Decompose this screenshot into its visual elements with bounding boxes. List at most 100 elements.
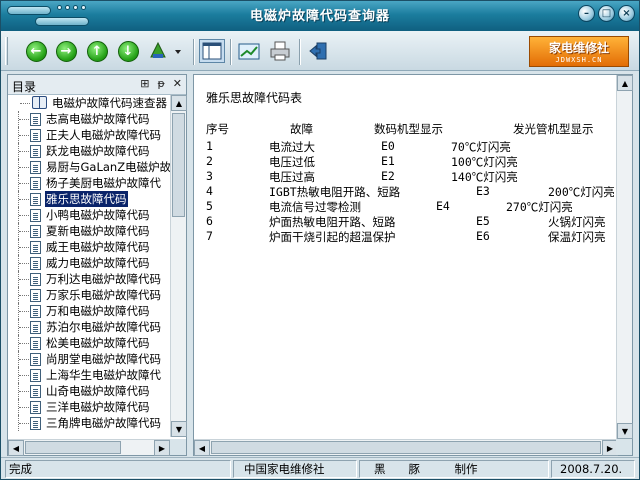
document-panel: 雅乐思故障代码表 序号 故障 数码机型显示 发光管机型显示 1 电流过大 E0 70℃… xyxy=(193,74,633,456)
forward-button[interactable]: → xyxy=(55,40,77,62)
tree-view-dropdown[interactable] xyxy=(147,40,185,62)
document-icon xyxy=(30,113,41,126)
document-icon xyxy=(30,369,41,382)
scroll-up-arrow-icon[interactable]: ▲ xyxy=(171,95,187,111)
row-fault: 电压过高 xyxy=(269,170,315,184)
doc-scroll-down-arrow-icon[interactable]: ▼ xyxy=(617,423,633,439)
tree-item[interactable]: 夏新电磁炉故障代码 xyxy=(8,223,170,239)
document-content: 雅乐思故障代码表 序号 故障 数码机型显示 发光管机型显示 1 电流过大 E0 70℃… xyxy=(194,75,618,439)
doc-scroll-left-arrow-icon[interactable]: ◀ xyxy=(194,440,210,456)
minimize-button[interactable]: – xyxy=(578,5,595,22)
logo-main-text: 家电维修社 xyxy=(548,41,609,55)
back-button[interactable]: ← xyxy=(25,40,47,62)
tree-item[interactable]: 万家乐电磁炉故障代码 xyxy=(8,287,170,303)
row-fault: 电流过大 xyxy=(269,140,315,154)
scroll-left-arrow-icon[interactable]: ◀ xyxy=(8,440,24,456)
tree-item[interactable]: 威力电磁炉故障代码 xyxy=(8,255,170,271)
row-index: 6 xyxy=(206,214,213,228)
exit-button[interactable] xyxy=(306,39,332,63)
tree-item-label: 上海华生电磁炉故障代 xyxy=(46,368,161,382)
maximize-button[interactable]: □ xyxy=(598,5,615,22)
tree-item-label: 尚朋堂电磁炉故障代码 xyxy=(46,352,161,366)
tree-item[interactable]: 万利达电磁炉故障代码 xyxy=(8,271,170,287)
row-index: 4 xyxy=(206,184,213,198)
exit-door-icon xyxy=(309,42,327,60)
toggle-contents-button[interactable] xyxy=(199,39,225,63)
contents-panel-title: 目录 xyxy=(12,80,37,94)
row-digital-code: E4 xyxy=(436,199,450,213)
document-vertical-scrollbar[interactable]: ▲ ▼ xyxy=(616,75,633,439)
row-led-indicator: 140℃灯闪亮 xyxy=(451,170,518,184)
row-index: 7 xyxy=(206,229,213,243)
row-led-indicator: 270℃灯闪亮 xyxy=(506,200,573,214)
tree-item[interactable]: 山奇电磁炉故障代码 xyxy=(8,383,170,399)
panel-close-icon[interactable]: ✕ xyxy=(173,77,182,90)
document-icon xyxy=(30,225,41,238)
export-button[interactable] xyxy=(236,39,262,63)
close-button[interactable]: × xyxy=(618,5,635,22)
contents-tree[interactable]: 电磁炉故障代码速查器 志高电磁炉故障代码 正夫人电磁炉故障代码 跃龙电磁炉故障代码易… xyxy=(8,95,170,437)
doc-scroll-up-arrow-icon[interactable]: ▲ xyxy=(617,75,633,91)
document-icon xyxy=(30,337,41,350)
tree-vertical-scrollbar[interactable]: ▲ ▼ xyxy=(170,95,187,437)
tree-item[interactable]: 松美电磁炉故障代码 xyxy=(8,335,170,351)
print-button[interactable] xyxy=(267,39,293,63)
panel-menu-icon[interactable]: ⊞ xyxy=(140,77,149,90)
toolbar-grip[interactable] xyxy=(5,37,8,65)
panel-pin-icon[interactable]: ᵽ xyxy=(157,77,164,90)
tree-item[interactable]: 志高电磁炉故障代码 xyxy=(8,111,170,127)
app-window: 电磁炉故障代码查询器 – □ × ← → ↑ ↓ 家电维修社 JDWXSH.CN… xyxy=(0,0,640,480)
row-led-indicator: 200℃灯闪亮 xyxy=(548,185,615,199)
tree-item-label: 山奇电磁炉故障代码 xyxy=(46,384,150,398)
document-icon xyxy=(30,257,41,270)
contents-panel: 目录 ⊞ ᵽ ✕ 电磁炉故障代码速查器 志高电磁炉故障代码 正夫人电磁炉故障代码跃… xyxy=(7,74,187,456)
tree-item[interactable]: 正夫人电磁炉故障代码 xyxy=(8,127,170,143)
table-row: 2 电压过低 E1 100℃灯闪亮 xyxy=(206,154,618,169)
document-icon xyxy=(30,353,41,366)
row-fault: IGBT热敏电阻开路、短路 xyxy=(269,185,401,199)
scroll-right-arrow-icon[interactable]: ▶ xyxy=(154,440,170,456)
tree-item[interactable]: 威王电磁炉故障代码 xyxy=(8,239,170,255)
tree-item[interactable]: 上海华生电磁炉故障代 xyxy=(8,367,170,383)
tree-item[interactable]: 雅乐思故障代码 xyxy=(8,191,170,207)
tree-item[interactable]: 三角牌电磁炉故障代码 xyxy=(8,415,170,431)
tree-item-label: 小鸭电磁炉故障代码 xyxy=(46,208,150,222)
title-bar: 电磁炉故障代码查询器 – □ × xyxy=(1,1,639,31)
row-fault: 电流信号过零检测 xyxy=(269,200,361,214)
row-digital-code: E1 xyxy=(381,154,395,168)
tree-item[interactable]: 三洋电磁炉故障代码 xyxy=(8,399,170,415)
tree-horizontal-scrollbar[interactable]: ◀ ▶ xyxy=(8,439,170,456)
scroll-down-arrow-icon[interactable]: ▼ xyxy=(171,421,187,437)
tree-item-label: 万利达电磁炉故障代码 xyxy=(46,272,161,286)
table-row: 1 电流过大 E0 70℃灯闪亮 xyxy=(206,139,618,154)
tree-item[interactable]: 小鸭电磁炉故障代码 xyxy=(8,207,170,223)
up-button[interactable]: ↑ xyxy=(86,40,108,62)
tree-item[interactable]: 尚朋堂电磁炉故障代码 xyxy=(8,351,170,367)
tree-item[interactable]: 杨子美厨电磁炉故障代 xyxy=(8,175,170,191)
document-icon xyxy=(30,305,41,318)
scroll-thumb[interactable] xyxy=(172,113,185,217)
hscroll-thumb[interactable] xyxy=(25,441,121,454)
table-header: 序号 故障 数码机型显示 发光管机型显示 xyxy=(206,121,618,136)
down-button[interactable]: ↓ xyxy=(117,40,139,62)
doc-hscroll-thumb[interactable] xyxy=(211,441,601,454)
row-fault: 炉面干烧引起的超温保护 xyxy=(269,230,396,244)
down-arrow-icon: ↓ xyxy=(117,40,139,62)
status-text: 完成 xyxy=(5,460,231,478)
tree-item-label: 正夫人电磁炉故障代码 xyxy=(46,128,161,142)
row-index: 3 xyxy=(206,169,213,183)
document-horizontal-scrollbar[interactable]: ◀ ▶ xyxy=(194,439,618,456)
tree-root[interactable]: 电磁炉故障代码速查器 xyxy=(8,95,170,111)
tree-item[interactable]: 易厨与GaLanZ电磁炉故 xyxy=(8,159,170,175)
row-led-indicator: 100℃灯闪亮 xyxy=(451,155,518,169)
row-index: 1 xyxy=(206,139,213,153)
row-led-indicator: 保温灯闪亮 xyxy=(548,230,606,244)
table-row: 7 炉面干烧引起的超温保护 E6 保温灯闪亮 xyxy=(206,229,618,244)
tree-item[interactable]: 万和电磁炉故障代码 xyxy=(8,303,170,319)
status-date: 2008.7.20. xyxy=(551,460,635,478)
document-icon xyxy=(30,401,41,414)
tree-item-label: 威力电磁炉故障代码 xyxy=(46,256,150,270)
tree-item[interactable]: 跃龙电磁炉故障代码 xyxy=(8,143,170,159)
tree-item-label: 松美电磁炉故障代码 xyxy=(46,336,150,350)
tree-item[interactable]: 苏泊尔电磁炉故障代码 xyxy=(8,319,170,335)
